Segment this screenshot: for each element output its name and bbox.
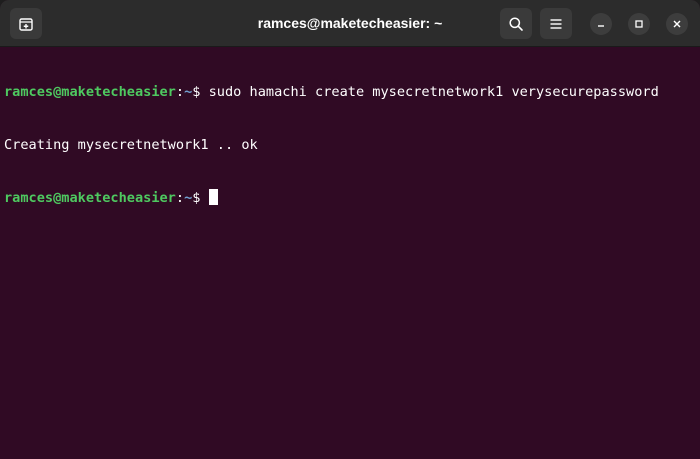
minimize-button[interactable] [590,13,612,35]
prompt-symbol: $ [192,190,209,206]
terminal-line-command: ramces@maketecheasier:~$ sudo hamachi cr… [4,84,700,102]
search-button[interactable] [500,8,532,39]
close-icon [672,19,682,29]
prompt-user-host: ramces@maketecheasier [4,84,176,100]
prompt-separator: : [175,84,185,100]
output-text: Creating mysecretnetwork1 .. ok [4,136,258,153]
terminal-line-output: Creating mysecretnetwork1 .. ok [4,137,700,155]
prompt-symbol: $ [192,84,209,100]
search-icon [508,16,524,32]
terminal-window: ramces@maketecheasier: ~ ramces@maketech… [0,0,700,459]
prompt-separator: : [175,190,185,206]
text-cursor [208,189,218,205]
close-button[interactable] [666,13,688,35]
new-tab-button[interactable] [10,8,42,39]
command-text: sudo hamachi create mysecretnetwork1 ver… [208,84,659,100]
title-bar: ramces@maketecheasier: ~ [0,0,700,47]
hamburger-menu-icon [549,18,563,30]
prompt-user-host: ramces@maketecheasier [4,190,176,206]
maximize-button[interactable] [628,13,650,35]
terminal-output[interactable]: ramces@maketecheasier:~$ sudo hamachi cr… [4,49,700,459]
new-tab-icon [18,16,34,32]
terminal-line-prompt: ramces@maketecheasier:~$ [4,189,700,207]
minimize-icon [596,19,606,29]
maximize-icon [634,19,644,29]
window-title: ramces@maketecheasier: ~ [257,15,443,31]
menu-button[interactable] [540,8,572,39]
